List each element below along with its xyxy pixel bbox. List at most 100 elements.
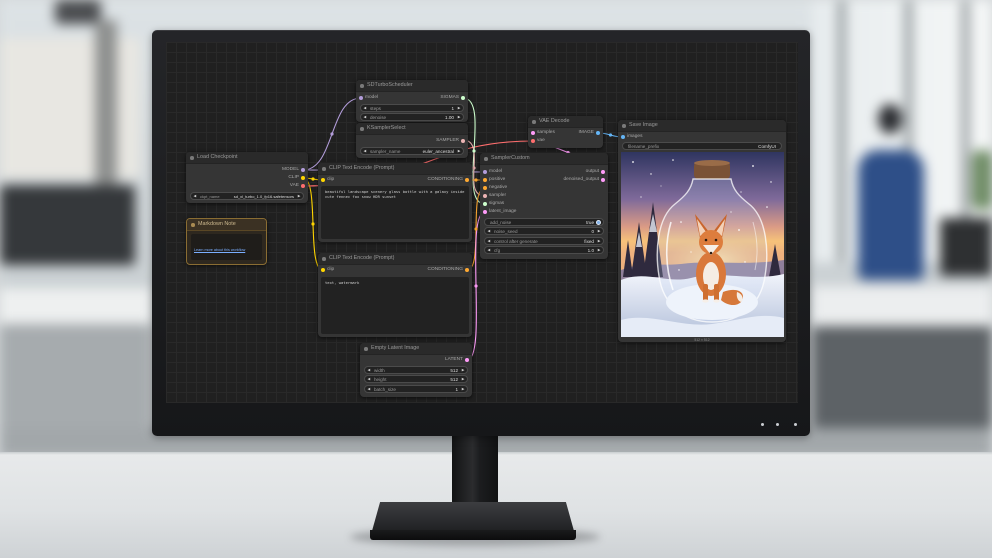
prompt-textarea[interactable]: beautiful landscape scenery glass bottle… [321,186,469,239]
node-load-checkpoint[interactable]: Load Checkpoint MODEL CLIP VAE ◀ ckpt_nam… [186,152,308,203]
node-title-bar[interactable]: SDTurboScheduler [356,80,468,92]
widget-value[interactable]: fixed [584,238,594,245]
output-slot-dot[interactable] [596,131,600,135]
increment-arrow-icon[interactable]: ▶ [458,114,461,121]
node-title-bar[interactable]: Save Image [618,120,786,132]
node-sampler-custom[interactable]: SamplerCustom model output positive deno… [480,153,608,259]
link-midpoint-dot[interactable] [474,227,478,231]
ckpt-name-combo[interactable]: ◀ ckpt_name sd_xl_turbo_1.0_fp16.safetenso… [190,191,304,200]
node-title-bar[interactable]: SamplerCustom [480,153,608,165]
decrement-arrow-icon[interactable]: ◀ [364,114,367,121]
collapse-dot-icon[interactable] [190,156,194,160]
increment-arrow-icon[interactable]: ▶ [598,228,601,235]
collapse-dot-icon[interactable] [360,84,364,88]
previous-arrow-icon[interactable]: ◀ [194,193,197,200]
widget-value[interactable]: 1.00 [445,114,454,121]
next-arrow-icon[interactable]: ▶ [298,193,301,200]
decrement-arrow-icon[interactable]: ◀ [368,376,371,383]
increment-arrow-icon[interactable]: ▶ [598,247,601,254]
input-slot-dot[interactable] [483,194,487,198]
next-arrow-icon[interactable]: ▶ [598,238,601,245]
output-slot-dot[interactable] [301,184,305,188]
widget-value[interactable]: 0 [591,228,594,235]
input-slot-dot[interactable] [483,170,487,174]
collapse-dot-icon[interactable] [532,120,536,124]
node-markdown-note[interactable]: Markdown Note Learn more about this work… [186,218,267,265]
toggle-knob-icon[interactable] [596,219,601,225]
noise-seed-widget[interactable]: ◀ noise_seed 0 ▶ [484,227,604,235]
input-slot-dot[interactable] [531,139,535,143]
link-midpoint-dot[interactable] [311,177,315,181]
link-midpoint-dot[interactable] [474,284,478,288]
previous-arrow-icon[interactable]: ◀ [364,148,367,155]
input-slot-dot[interactable] [531,131,535,135]
collapse-dot-icon[interactable] [191,223,195,227]
decrement-arrow-icon[interactable]: ◀ [368,367,371,374]
node-clip-text-encode-negative[interactable]: CLIP Text Encode (Prompt) clip CONDITION… [318,253,472,337]
output-slot-dot[interactable] [301,168,305,172]
increment-arrow-icon[interactable]: ▶ [462,386,465,393]
generated-image-preview[interactable] [621,152,784,337]
decrement-arrow-icon[interactable]: ◀ [488,228,491,235]
collapse-dot-icon[interactable] [622,124,626,128]
cfg-widget[interactable]: ◀ cfg 1.0 ▶ [484,246,604,254]
note-content[interactable]: Learn more about this workflow [191,234,262,260]
widget-value[interactable]: sd_xl_turbo_1.0_fp16.safetensors [234,193,294,200]
decrement-arrow-icon[interactable]: ◀ [364,105,367,112]
node-title-bar[interactable]: Empty Latent Image [360,343,472,355]
collapse-dot-icon[interactable] [484,157,488,161]
increment-arrow-icon[interactable]: ▶ [462,367,465,374]
widget-value[interactable]: 512 [450,367,458,374]
width-widget[interactable]: ◀ width 512 ▶ [364,365,468,374]
height-widget[interactable]: ◀ height 512 ▶ [364,375,468,383]
link-midpoint-dot[interactable] [608,133,613,137]
sampler-name-combo[interactable]: ◀ sampler_name euler_ancestral ▶ [360,146,464,155]
decrement-arrow-icon[interactable]: ◀ [368,386,371,393]
output-slot-dot[interactable] [301,176,305,180]
output-slot-dot[interactable] [601,170,605,174]
prompt-textarea[interactable]: text, watermark [321,277,469,334]
output-slot-dot[interactable] [601,178,605,182]
node-title-bar[interactable]: KSamplerSelect [356,123,468,135]
filename-prefix-field[interactable]: filename_prefix ComfyUI [622,142,782,150]
node-title-bar[interactable]: CLIP Text Encode (Prompt) [318,163,472,175]
widget-value[interactable]: ComfyUI [758,143,776,150]
link-midpoint-dot[interactable] [330,132,334,136]
link-midpoint-dot[interactable] [311,222,315,226]
link-midpoint-dot[interactable] [472,149,476,153]
input-slot-dot[interactable] [321,178,325,182]
widget-value[interactable]: euler_ancestral [423,148,454,155]
widget-value[interactable]: 512 [450,376,458,383]
batch-size-widget[interactable]: ◀ batch_size 1 ▶ [364,384,468,393]
previous-arrow-icon[interactable]: ◀ [488,238,491,245]
increment-arrow-icon[interactable]: ▶ [458,105,461,112]
input-slot-dot[interactable] [359,96,363,100]
denoise-widget[interactable]: ◀ denoise 1.00 ▶ [360,113,464,121]
input-slot-dot[interactable] [483,186,487,190]
output-slot-dot[interactable] [465,358,469,362]
input-slot-dot[interactable] [483,202,487,206]
node-empty-latent-image[interactable]: Empty Latent Image LATENT ◀ width 512 ▶ ◀ he… [360,343,472,397]
input-slot-dot[interactable] [321,268,325,272]
node-title-bar[interactable]: Load Checkpoint [186,152,308,164]
node-title-bar[interactable]: CLIP Text Encode (Prompt) [318,253,472,265]
widget-value[interactable]: 1 [451,105,454,112]
node-ksampler-select[interactable]: KSamplerSelect SAMPLER ◀ sampler_name eule… [356,123,468,158]
widget-value[interactable]: 1 [455,386,458,393]
add-noise-toggle[interactable]: add_noise true [484,217,604,226]
node-save-image[interactable]: Save Image images filename_prefix ComfyUI [618,120,786,342]
output-slot-dot[interactable] [461,96,465,100]
collapse-dot-icon[interactable] [364,347,368,351]
collapse-dot-icon[interactable] [322,167,326,171]
steps-widget[interactable]: ◀ steps 1 ▶ [360,103,464,112]
input-slot-dot[interactable] [483,210,487,214]
node-clip-text-encode-positive[interactable]: CLIP Text Encode (Prompt) clip CONDITION… [318,163,472,242]
node-sd-turbo-scheduler[interactable]: SDTurboScheduler model SIGMAS ◀ steps 1 ▶ ◀… [356,80,468,122]
workflow-info-link[interactable]: Learn more about this workflow [194,248,245,252]
output-slot-dot[interactable] [461,139,465,143]
collapse-dot-icon[interactable] [322,257,326,261]
collapse-dot-icon[interactable] [360,127,364,131]
node-title-bar[interactable]: Markdown Note [187,219,266,231]
decrement-arrow-icon[interactable]: ◀ [488,247,491,254]
widget-value[interactable]: 1.0 [588,247,594,254]
